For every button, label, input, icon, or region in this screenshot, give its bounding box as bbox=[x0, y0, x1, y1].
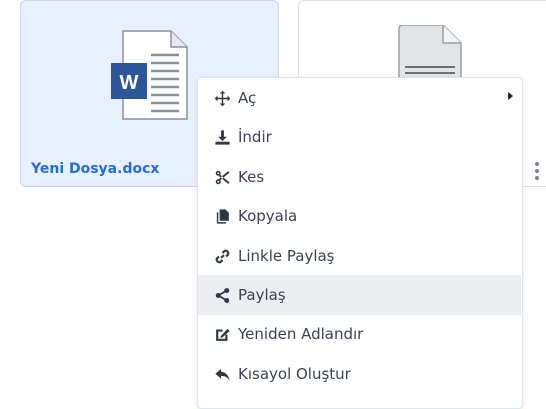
download-icon bbox=[212, 127, 232, 147]
menu-item-share-link[interactable]: Linkle Paylaş bbox=[198, 236, 521, 276]
menu-item-copy[interactable]: Kopyala bbox=[198, 196, 521, 236]
menu-item-label: Paylaş bbox=[238, 286, 286, 304]
more-options-icon[interactable] bbox=[535, 159, 539, 183]
menu-item-label: Linkle Paylaş bbox=[238, 247, 335, 265]
copy-icon bbox=[212, 206, 232, 226]
menu-item-label: İndir bbox=[238, 128, 272, 146]
context-menu: Aç İndir Kes Kopyala Linkle Paylaş Payla… bbox=[197, 77, 523, 409]
menu-item-label: Kes bbox=[238, 168, 265, 186]
link-icon bbox=[212, 246, 232, 266]
scissors-icon bbox=[212, 167, 232, 187]
share-icon bbox=[212, 285, 232, 305]
menu-item-label: Aç bbox=[238, 89, 257, 107]
word-letter: W bbox=[120, 72, 139, 94]
menu-item-cut[interactable]: Kes bbox=[198, 157, 521, 197]
menu-item-label: Kısayol Oluştur bbox=[238, 365, 351, 383]
menu-item-create-shortcut[interactable]: Kısayol Oluştur bbox=[198, 354, 521, 394]
reply-icon bbox=[212, 364, 232, 384]
menu-item-rename[interactable]: Yeniden Adlandır bbox=[198, 314, 521, 354]
word-document-icon: W bbox=[109, 29, 209, 125]
menu-item-download[interactable]: İndir bbox=[198, 117, 521, 157]
menu-item-share[interactable]: Paylaş bbox=[198, 275, 521, 315]
edit-icon bbox=[212, 324, 232, 344]
submenu-arrow-icon bbox=[508, 92, 513, 100]
move-icon bbox=[212, 88, 232, 108]
menu-item-label: Kopyala bbox=[238, 207, 298, 225]
file-name[interactable]: Yeni Dosya.docx bbox=[31, 161, 159, 177]
menu-item-label: Yeniden Adlandır bbox=[238, 325, 364, 343]
menu-item-open[interactable]: Aç bbox=[198, 78, 521, 118]
